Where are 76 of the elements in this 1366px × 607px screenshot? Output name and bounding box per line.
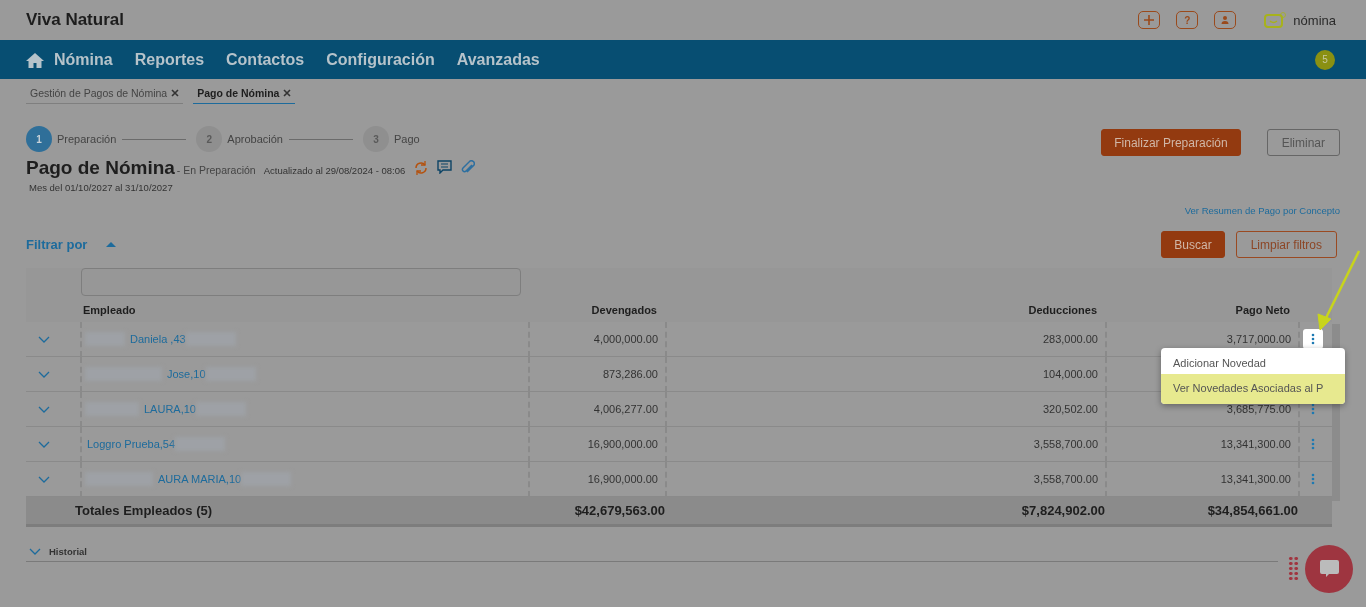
filter-toggle[interactable]: Filtrar por [26, 237, 117, 252]
updated-text: Actualizado al 29/08/2024 - 08:06 [263, 165, 406, 176]
chevron-down-icon[interactable] [38, 335, 50, 343]
plus-icon [1142, 13, 1157, 27]
history-toggle[interactable]: Historial [26, 546, 1278, 562]
kebab-icon [1311, 333, 1315, 345]
column-header: Deducciones [1027, 303, 1098, 318]
caret-icon [106, 241, 117, 248]
search-field[interactable] [81, 268, 521, 296]
chevron-down-icon[interactable] [38, 440, 50, 448]
step-label: Pago [394, 133, 420, 145]
page-title: Pago de Nómina [26, 157, 175, 179]
status-text: - En Preparación [176, 164, 256, 176]
summary-link[interactable]: Ver Resumen de Pago por Concepto [26, 205, 1340, 216]
chat-button[interactable] [1305, 545, 1353, 593]
step-label: Aprobación [227, 133, 283, 145]
column-header: Pago Neto [1234, 303, 1291, 318]
breadcrumb-tab[interactable]: Gestión de Pagos de Nómina [26, 84, 184, 104]
filter-button[interactable]: Buscar [1161, 231, 1225, 258]
period-text: Mes del 01/10/2027 al 31/10/2027 [29, 182, 174, 193]
employee-link[interactable]: AURA MARIA,10 [158, 473, 242, 485]
kebab-icon [1311, 403, 1315, 415]
drag-handle-icon[interactable] [1288, 556, 1299, 582]
more-options-button[interactable] [1303, 329, 1323, 349]
scrollbar[interactable] [1332, 324, 1340, 501]
employee-link[interactable]: Loggro Prueba,54 [87, 438, 176, 450]
total-amount: $42,679,563.00 [574, 503, 665, 518]
employee-link[interactable]: Daniela ,43 [130, 333, 186, 345]
action-button[interactable]: Eliminar [1266, 129, 1340, 156]
logo-icon [1264, 11, 1288, 29]
filter-button[interactable]: Limpiar filtros [1235, 231, 1337, 258]
chevron-icon [29, 548, 41, 555]
home-icon [26, 51, 44, 68]
amount-cell: 873,286.00 [528, 357, 665, 392]
paperclip-icon[interactable] [460, 160, 476, 175]
nav-link[interactable]: Configuración [326, 50, 435, 69]
amount-cell: 13,341,300.00 [1105, 427, 1298, 462]
amount-cell: 4,006,277.00 [528, 392, 665, 427]
kebab-icon [1311, 438, 1315, 450]
plus-button[interactable] [1138, 11, 1161, 29]
brand-name: nómina [1293, 12, 1336, 28]
employee-link[interactable]: Jose,10 [167, 368, 206, 380]
amount-cell: 320,502.00 [665, 392, 1105, 427]
notification-badge: 5 [1315, 49, 1335, 70]
kebab-icon [1311, 473, 1315, 485]
menu-item[interactable]: Adicionar Novedad [1161, 352, 1345, 374]
amount-cell: 3,558,700.00 [665, 427, 1105, 462]
close-icon[interactable] [171, 89, 180, 97]
column-header: Empleado [82, 303, 137, 318]
total-amount: $34,854,661.00 [1207, 503, 1298, 518]
help-button[interactable]: ? [1176, 11, 1199, 29]
menu-item[interactable]: Ver Novedades Asociadas al P [1161, 374, 1345, 404]
amount-cell: 16,900,000.00 [528, 427, 665, 462]
chevron-down-icon[interactable] [38, 370, 50, 378]
refresh-icon[interactable] [413, 160, 430, 176]
total-amount: $7,824,902.00 [1021, 503, 1105, 518]
amount-cell: 4,000,000.00 [528, 322, 665, 357]
column-header: Devengados [590, 303, 658, 318]
close-icon[interactable] [283, 89, 292, 97]
chevron-down-icon[interactable] [38, 405, 50, 413]
user-button[interactable] [1214, 11, 1237, 29]
totals-label: Totales Empleados (5) [75, 503, 212, 518]
employee-link[interactable]: LAURA,10 [144, 403, 196, 415]
comment-icon[interactable] [437, 160, 453, 174]
action-button[interactable]: Finalizar Preparación [1101, 129, 1241, 156]
breadcrumb-tab[interactable]: Pago de Nómina [193, 84, 296, 104]
step-number: 1 [26, 126, 52, 152]
amount-cell: 283,000.00 [665, 322, 1105, 357]
nav-link[interactable]: Contactos [226, 50, 305, 69]
amount-cell: 104,000.00 [665, 357, 1105, 392]
nav-link[interactable]: Avanzadas [456, 50, 540, 69]
step-label: Preparación [57, 133, 117, 145]
nav-link[interactable]: Nómina [26, 50, 113, 69]
app-title: Viva Natural [26, 10, 125, 30]
nav-link[interactable]: Reportes [134, 50, 205, 69]
chevron-down-icon[interactable] [38, 475, 50, 483]
